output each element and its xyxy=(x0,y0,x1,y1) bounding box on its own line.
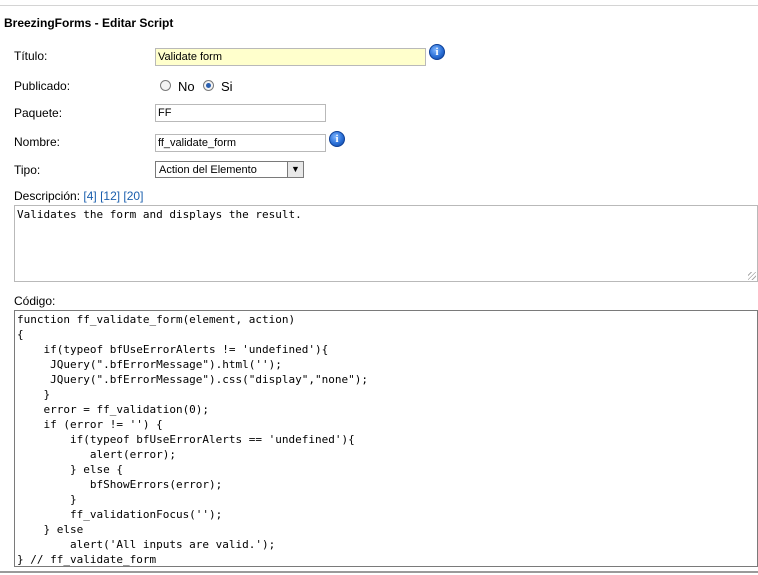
descripcion-textarea[interactable]: Validates the form and displays the resu… xyxy=(14,205,758,282)
descripcion-text: Validates the form and displays the resu… xyxy=(17,208,302,221)
info-icon[interactable]: i xyxy=(429,44,445,60)
codigo-label: Código: xyxy=(14,294,56,308)
publicado-si-radio[interactable] xyxy=(203,80,214,91)
page-title: BreezingForms - Editar Script xyxy=(4,16,174,30)
paquete-input[interactable]: FF xyxy=(155,104,326,122)
descripcion-label-row: Descripción: [4] [12] [20] xyxy=(14,189,143,203)
paquete-label: Paquete: xyxy=(14,106,63,120)
codigo-textarea[interactable]: function ff_validate_form(element, actio… xyxy=(14,310,758,567)
titulo-label: Título: xyxy=(14,49,48,63)
tipo-select[interactable]: Action del Elemento ▼ xyxy=(155,161,304,178)
tipo-select-value: Action del Elemento xyxy=(159,164,257,176)
publicado-no-label: No xyxy=(178,79,195,94)
publicado-label: Publicado: xyxy=(14,79,71,93)
codigo-text: function ff_validate_form(element, actio… xyxy=(17,313,368,566)
resize-grip-icon[interactable] xyxy=(748,272,756,280)
size-link-12[interactable]: [12] xyxy=(100,189,120,203)
descripcion-label: Descripción: xyxy=(14,189,81,203)
chevron-down-icon[interactable]: ▼ xyxy=(287,162,303,177)
nombre-input[interactable]: ff_validate_form xyxy=(155,134,326,152)
titulo-input[interactable]: Validate form xyxy=(155,48,426,66)
info-icon[interactable]: i xyxy=(329,131,345,147)
size-link-4[interactable]: [4] xyxy=(83,189,96,203)
tipo-label: Tipo: xyxy=(14,163,41,177)
bottom-divider xyxy=(0,571,758,573)
publicado-si-label: Si xyxy=(221,79,233,94)
top-divider xyxy=(0,5,758,6)
publicado-no-radio[interactable] xyxy=(160,80,171,91)
nombre-label: Nombre: xyxy=(14,135,61,149)
size-link-20[interactable]: [20] xyxy=(123,189,143,203)
